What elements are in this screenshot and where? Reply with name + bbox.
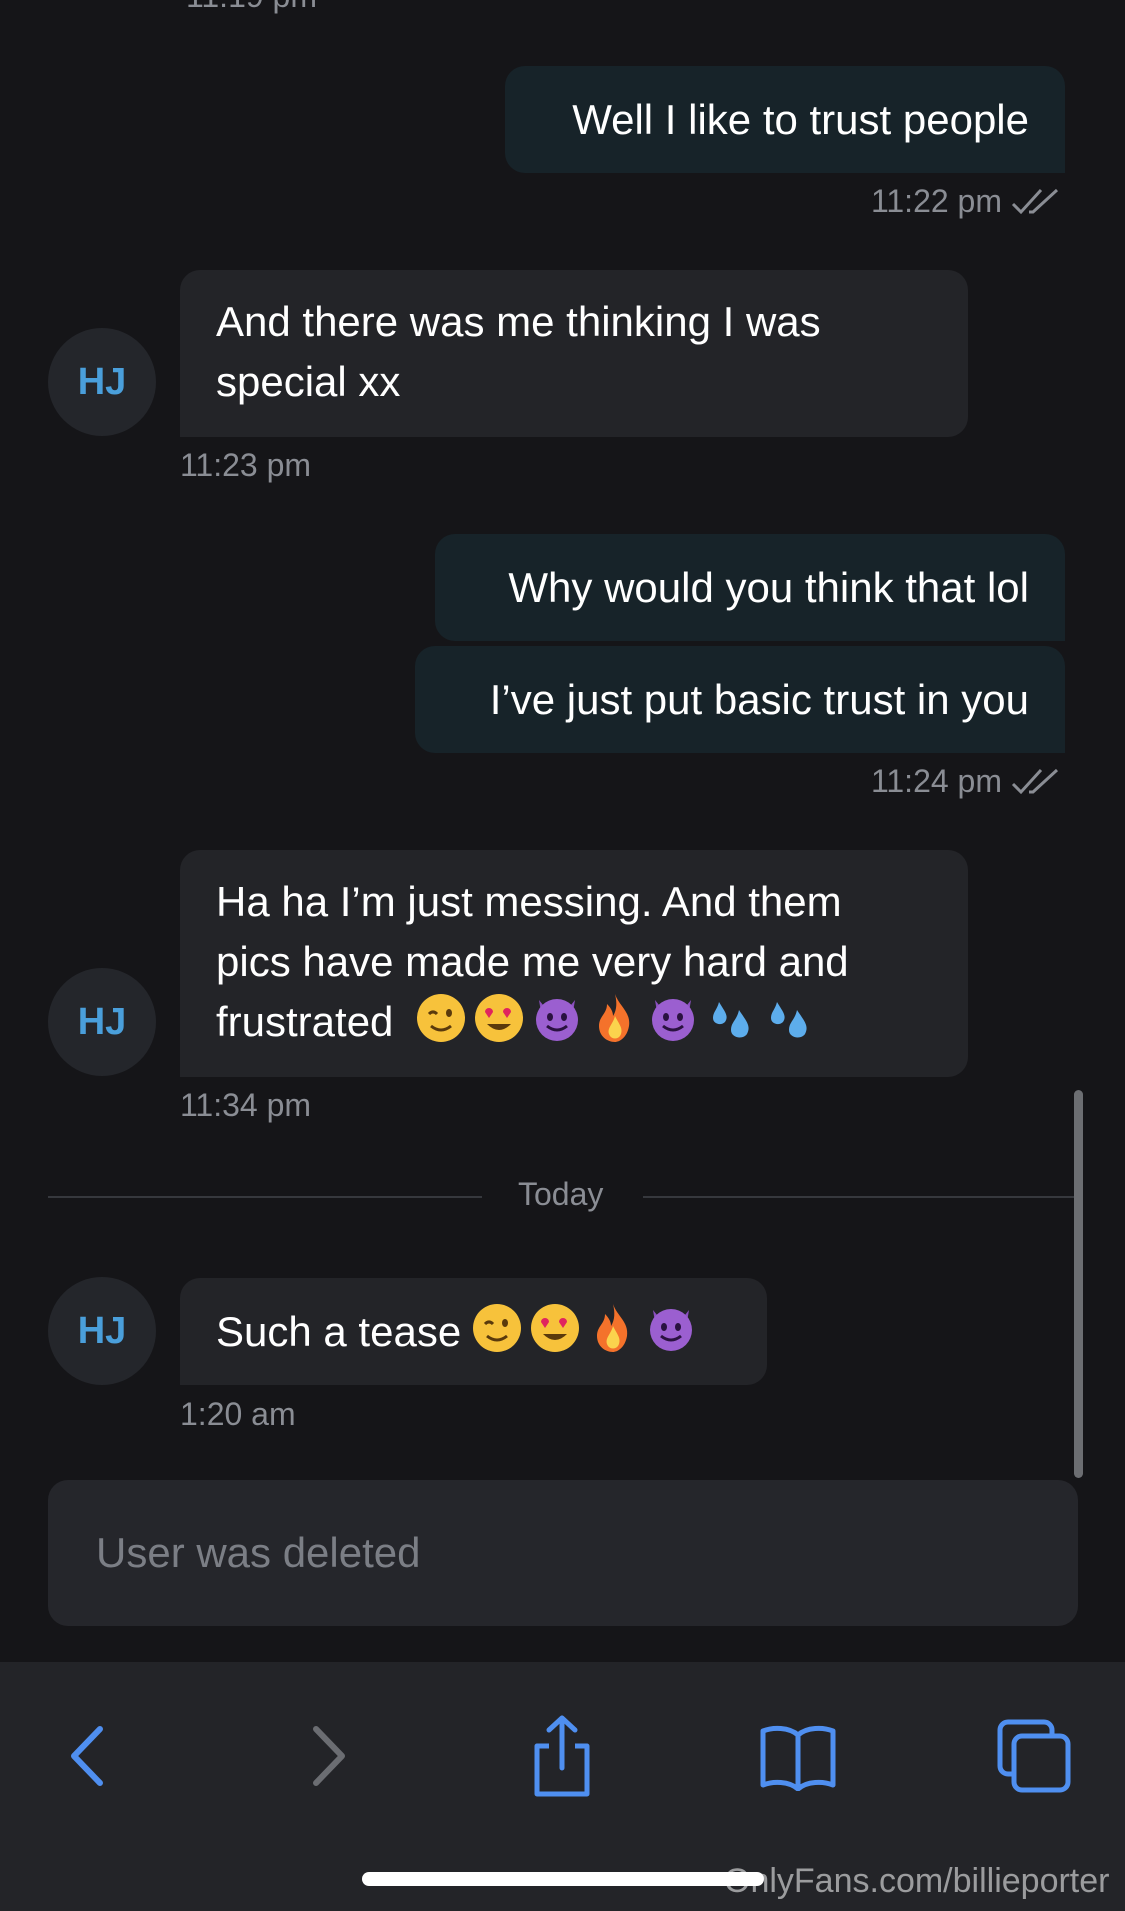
winking-face-icon [417,994,466,1042]
incoming-message[interactable]: And there was me thinking I was special … [180,270,968,437]
composer-status: User was deleted [48,1480,1078,1626]
back-button[interactable] [42,1708,138,1804]
sweat-droplets-icon [771,1002,807,1038]
user-deleted-label: User was deleted [96,1529,421,1576]
smiling-devil-icon [650,1308,693,1351]
message-text: I’ve just put basic trust in you [489,675,1029,723]
home-indicator[interactable] [362,1872,764,1886]
day-divider-line [48,1196,482,1198]
forward-button[interactable] [278,1708,374,1804]
message-time: 11:34 pm [180,1087,312,1123]
back-icon [71,1726,103,1786]
tabs-button[interactable] [986,1708,1082,1804]
outgoing-message[interactable]: Well I like to trust people [505,66,1065,173]
share-icon [534,1715,590,1797]
day-divider: Today [518,1176,604,1212]
tabs-icon [997,1719,1071,1793]
share-button[interactable] [514,1708,610,1804]
sweat-droplets-icon [713,1002,749,1038]
double-check-icon [1011,768,1059,795]
incoming-message[interactable]: Ha ha I’m just messing. And them pics ha… [180,850,968,1077]
smiling-devil-icon [652,999,695,1041]
message-text: And there was me thinking I was special … [216,298,821,405]
chat-area: 11:19 pm Well I like to trust people 11:… [0,0,1125,1662]
forward-icon [313,1726,345,1786]
avatar[interactable]: HJ [48,328,156,436]
emoji-row [405,994,815,1045]
scrollbar[interactable] [1074,1090,1083,1478]
message-time: 11:23 pm [180,447,312,483]
watermark: OnlyFans.com/billieporter [724,1862,1110,1900]
bookmarks-icon [760,1725,836,1791]
winking-face-icon [473,1303,522,1352]
message-text: Why would you think that lol [508,563,1029,611]
outgoing-message[interactable]: I’ve just put basic trust in you [415,646,1065,753]
emoji-row [461,1302,697,1362]
message-text: Such a tease [216,1307,462,1355]
fire-icon [597,1303,628,1352]
bookmarks-button[interactable] [750,1708,846,1804]
day-divider-line [643,1196,1077,1198]
outgoing-message[interactable]: Why would you think that lol [435,534,1065,641]
avatar[interactable]: HJ [48,1277,156,1385]
message-time: 11:24 pm [870,763,1002,799]
fire-icon [599,994,630,1042]
double-check-icon [1011,188,1059,215]
message-time: 1:20 am [180,1396,296,1432]
heart-eyes-icon [475,994,524,1042]
smiling-devil-icon [536,999,579,1041]
message-time: 11:22 pm [870,183,1002,219]
message-time: 11:19 pm [186,0,317,15]
incoming-message[interactable]: Such a tease [180,1278,767,1385]
avatar[interactable]: HJ [48,968,156,1076]
heart-eyes-icon [531,1303,580,1352]
message-text: Well I like to trust people [572,95,1029,143]
